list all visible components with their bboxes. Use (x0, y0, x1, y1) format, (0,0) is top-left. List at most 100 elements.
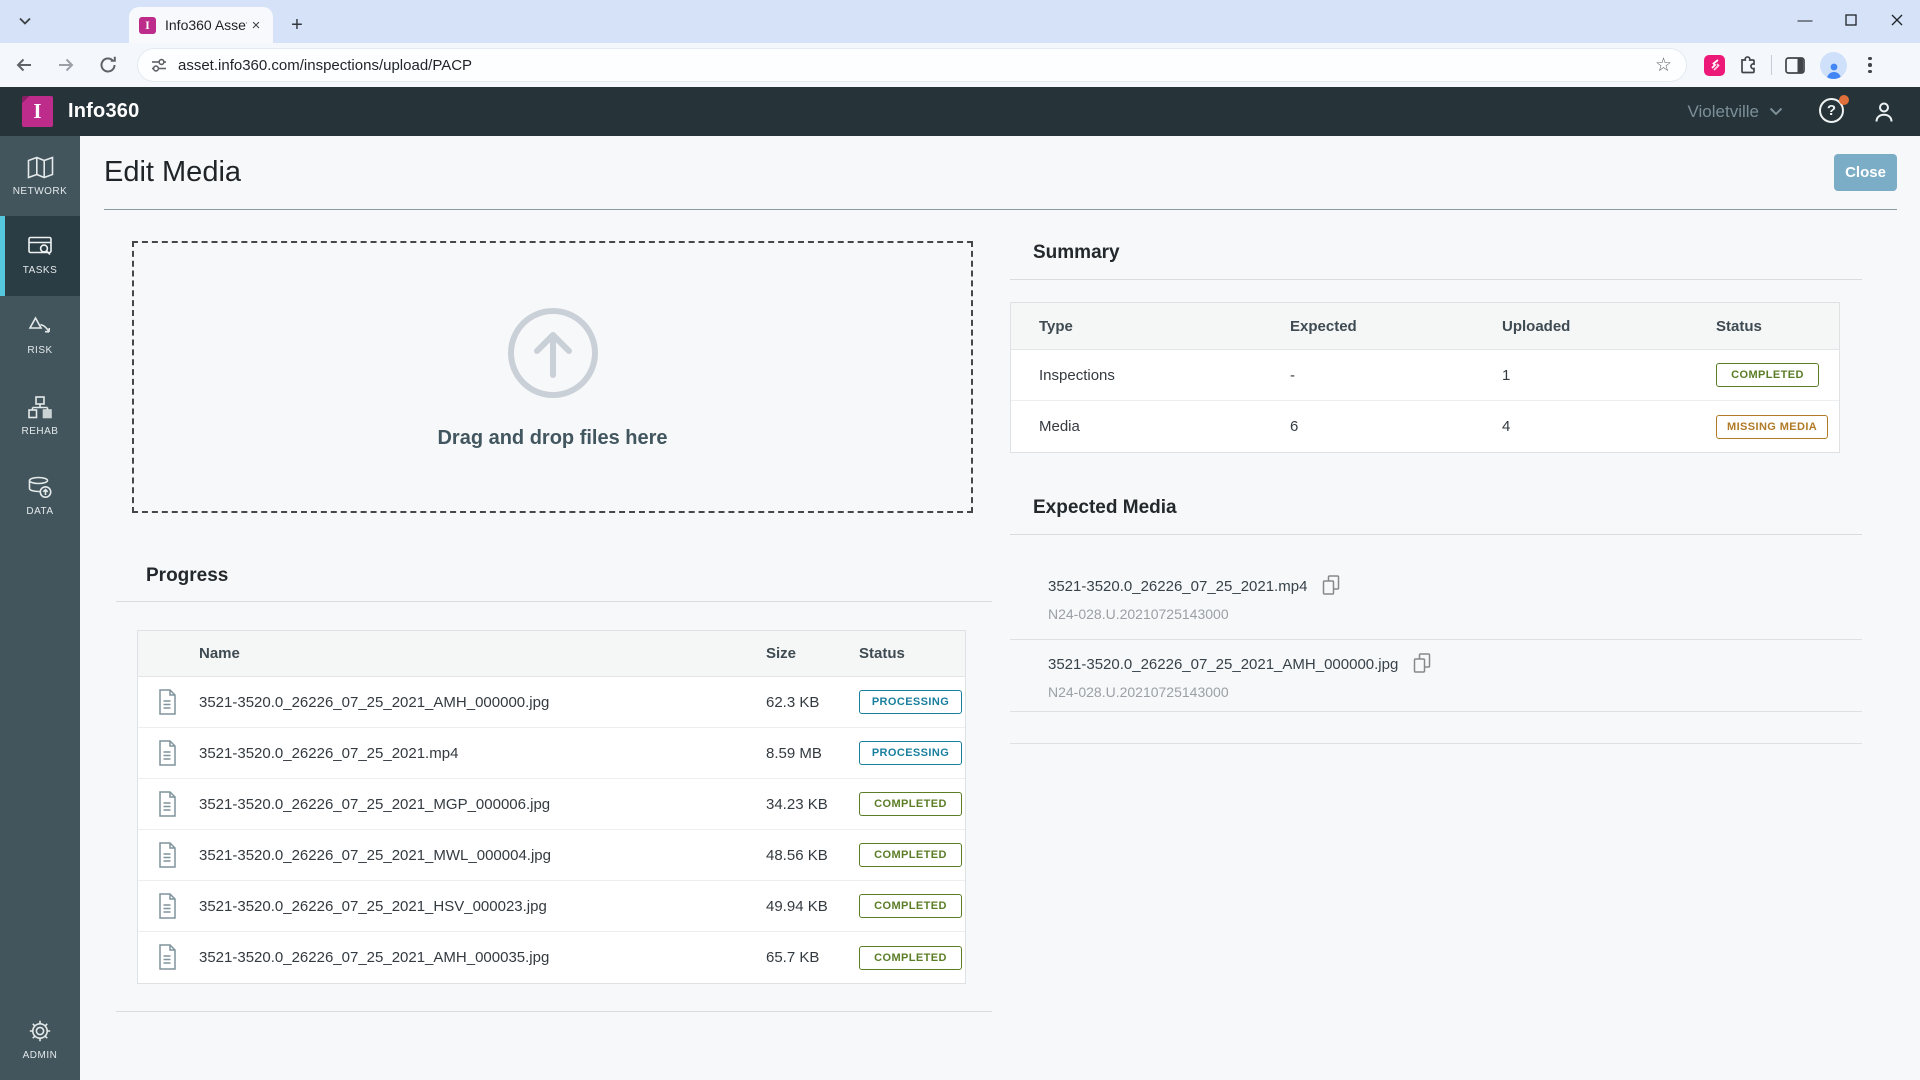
info360-logo[interactable]: I (22, 96, 53, 127)
close-button[interactable]: Close (1834, 154, 1897, 191)
summary-expected: - (1290, 367, 1502, 384)
copy-icon[interactable] (1412, 653, 1432, 675)
chevron-down-icon (1769, 107, 1783, 116)
file-icon (156, 893, 199, 920)
window-close-button[interactable] (1874, 0, 1920, 40)
table-row: 3521-3520.0_26226_07_25_2021.mp4 8.59 MB… (138, 728, 965, 779)
copy-icon[interactable] (1321, 575, 1341, 597)
url-text[interactable]: asset.info360.com/inspections/upload/PAC… (178, 57, 1655, 74)
person-icon (1872, 100, 1896, 124)
sidebar-item-data[interactable]: DATA (0, 456, 80, 536)
expected-media-id: N24-028.U.20210725143000 (1048, 606, 1862, 622)
status-badge: COMPLETED (859, 894, 962, 918)
browser-menu-icon[interactable] (1855, 50, 1885, 80)
page-title: Edit Media (104, 156, 241, 189)
file-icon (156, 689, 199, 716)
new-tab-button[interactable]: + (284, 12, 310, 38)
status-badge: MISSING MEDIA (1716, 415, 1828, 439)
summary-expected: 6 (1290, 418, 1502, 435)
sidebar-label-tasks: TASKS (23, 265, 58, 276)
expected-media-item: 3521-3520.0_26226_07_25_2021.mp4 N24-028… (1010, 535, 1862, 640)
user-account-button[interactable] (1872, 100, 1896, 124)
bookmark-star-icon[interactable]: ☆ (1655, 54, 1672, 77)
status-badge: PROCESSING (859, 690, 962, 714)
site-info-icon[interactable] (150, 56, 168, 74)
file-size: 34.23 KB (766, 796, 859, 813)
window-minimize-button[interactable]: — (1782, 0, 1828, 40)
column-uploaded: Uploaded (1502, 318, 1716, 335)
left-bottom-divider (116, 1011, 992, 1012)
notification-dot (1839, 95, 1849, 105)
file-icon (156, 791, 199, 818)
file-icon (156, 842, 199, 869)
app-name: Info360 (68, 100, 139, 123)
file-size: 49.94 KB (766, 898, 859, 915)
file-name: 3521-3520.0_26226_07_25_2021_MGP_000006.… (199, 796, 766, 813)
file-name: 3521-3520.0_26226_07_25_2021_MWL_000004.… (199, 847, 766, 864)
table-row: 3521-3520.0_26226_07_25_2021_HSV_000023.… (138, 881, 965, 932)
sidebar-item-network[interactable]: NETWORK (0, 136, 80, 216)
forward-icon[interactable] (50, 49, 82, 81)
status-badge: PROCESSING (859, 741, 962, 765)
tab-favicon: I (139, 17, 156, 34)
sidebar-label-network: NETWORK (13, 186, 68, 197)
file-size: 48.56 KB (766, 847, 859, 864)
extensions-puzzle-icon[interactable] (1733, 50, 1763, 80)
status-badge: COMPLETED (859, 946, 962, 970)
table-row: 3521-3520.0_26226_07_25_2021_AMH_000000.… (138, 677, 965, 728)
sidebar-label-data: DATA (26, 506, 53, 517)
summary-table: Type Expected Uploaded Status Inspection… (1010, 302, 1840, 453)
dropzone-label: Drag and drop files here (437, 427, 667, 450)
back-icon[interactable] (8, 49, 40, 81)
file-size: 65.7 KB (766, 949, 859, 966)
summary-uploaded: 1 (1502, 367, 1716, 384)
progress-title: Progress (146, 565, 992, 587)
column-name: Name (199, 645, 766, 662)
expected-media-filename: 3521-3520.0_26226_07_25_2021.mp4 (1048, 578, 1307, 595)
column-status: Status (859, 645, 965, 662)
tab-search-chevron-icon[interactable] (12, 8, 38, 34)
gear-icon (28, 1019, 52, 1043)
summary-title: Summary (1033, 242, 1862, 264)
table-row: 3521-3520.0_26226_07_25_2021_MGP_000006.… (138, 779, 965, 830)
sidebar-label-admin: ADMIN (23, 1050, 58, 1061)
sidebar-label-risk: RISK (27, 345, 52, 356)
app-header: I Info360 Violetville ? (0, 87, 1920, 136)
data-icon (28, 476, 53, 499)
browser-tab-strip: I Info360 Asset × + — (0, 0, 1920, 43)
table-row: 3521-3520.0_26226_07_25_2021_AMH_000035.… (138, 932, 965, 983)
toolbar-divider (1771, 55, 1772, 75)
browser-toolbar: asset.info360.com/inspections/upload/PAC… (0, 43, 1920, 87)
tab-close-icon[interactable]: × (247, 16, 265, 34)
workspace-name: Violetville (1687, 102, 1759, 122)
pinned-extension-icon[interactable] (1704, 55, 1725, 76)
file-dropzone[interactable]: Drag and drop files here (132, 241, 973, 513)
side-panel-icon[interactable] (1780, 50, 1810, 80)
sidebar-item-tasks[interactable]: TASKS (0, 216, 80, 296)
help-button[interactable]: ? (1819, 98, 1846, 125)
browser-tab[interactable]: I Info360 Asset × (129, 7, 273, 43)
summary-table-header: Type Expected Uploaded Status (1011, 303, 1839, 350)
reload-icon[interactable] (92, 49, 124, 81)
file-name: 3521-3520.0_26226_07_25_2021_HSV_000023.… (199, 898, 766, 915)
expected-media-item: 3521-3520.0_26226_07_25_2021_AMH_000000.… (1010, 640, 1862, 712)
status-badge: COMPLETED (1716, 363, 1819, 387)
upload-icon (505, 305, 601, 401)
expected-media-filename: 3521-3520.0_26226_07_25_2021_AMH_000000.… (1048, 656, 1398, 673)
file-icon (156, 740, 199, 767)
tab-title: Info360 Asset (165, 17, 247, 33)
sidebar-item-rehab[interactable]: REHAB (0, 376, 80, 456)
main-content: Edit Media Close Drag and drop files her… (80, 136, 1920, 1080)
progress-table-header: Name Size Status (138, 631, 965, 677)
expected-media-header: Expected Media (1033, 497, 1862, 519)
address-bar[interactable]: asset.info360.com/inspections/upload/PAC… (138, 49, 1686, 81)
browser-profile-avatar[interactable] (1820, 52, 1847, 79)
sidebar-item-risk[interactable]: RISK (0, 296, 80, 376)
file-name: 3521-3520.0_26226_07_25_2021_AMH_000000.… (199, 694, 766, 711)
sidebar-item-admin[interactable]: ADMIN (0, 1000, 80, 1080)
rehab-icon (28, 396, 52, 419)
table-row: 3521-3520.0_26226_07_25_2021_MWL_000004.… (138, 830, 965, 881)
status-badge: COMPLETED (859, 792, 962, 816)
workspace-selector[interactable]: Violetville (1687, 102, 1783, 122)
window-maximize-button[interactable] (1828, 0, 1874, 40)
